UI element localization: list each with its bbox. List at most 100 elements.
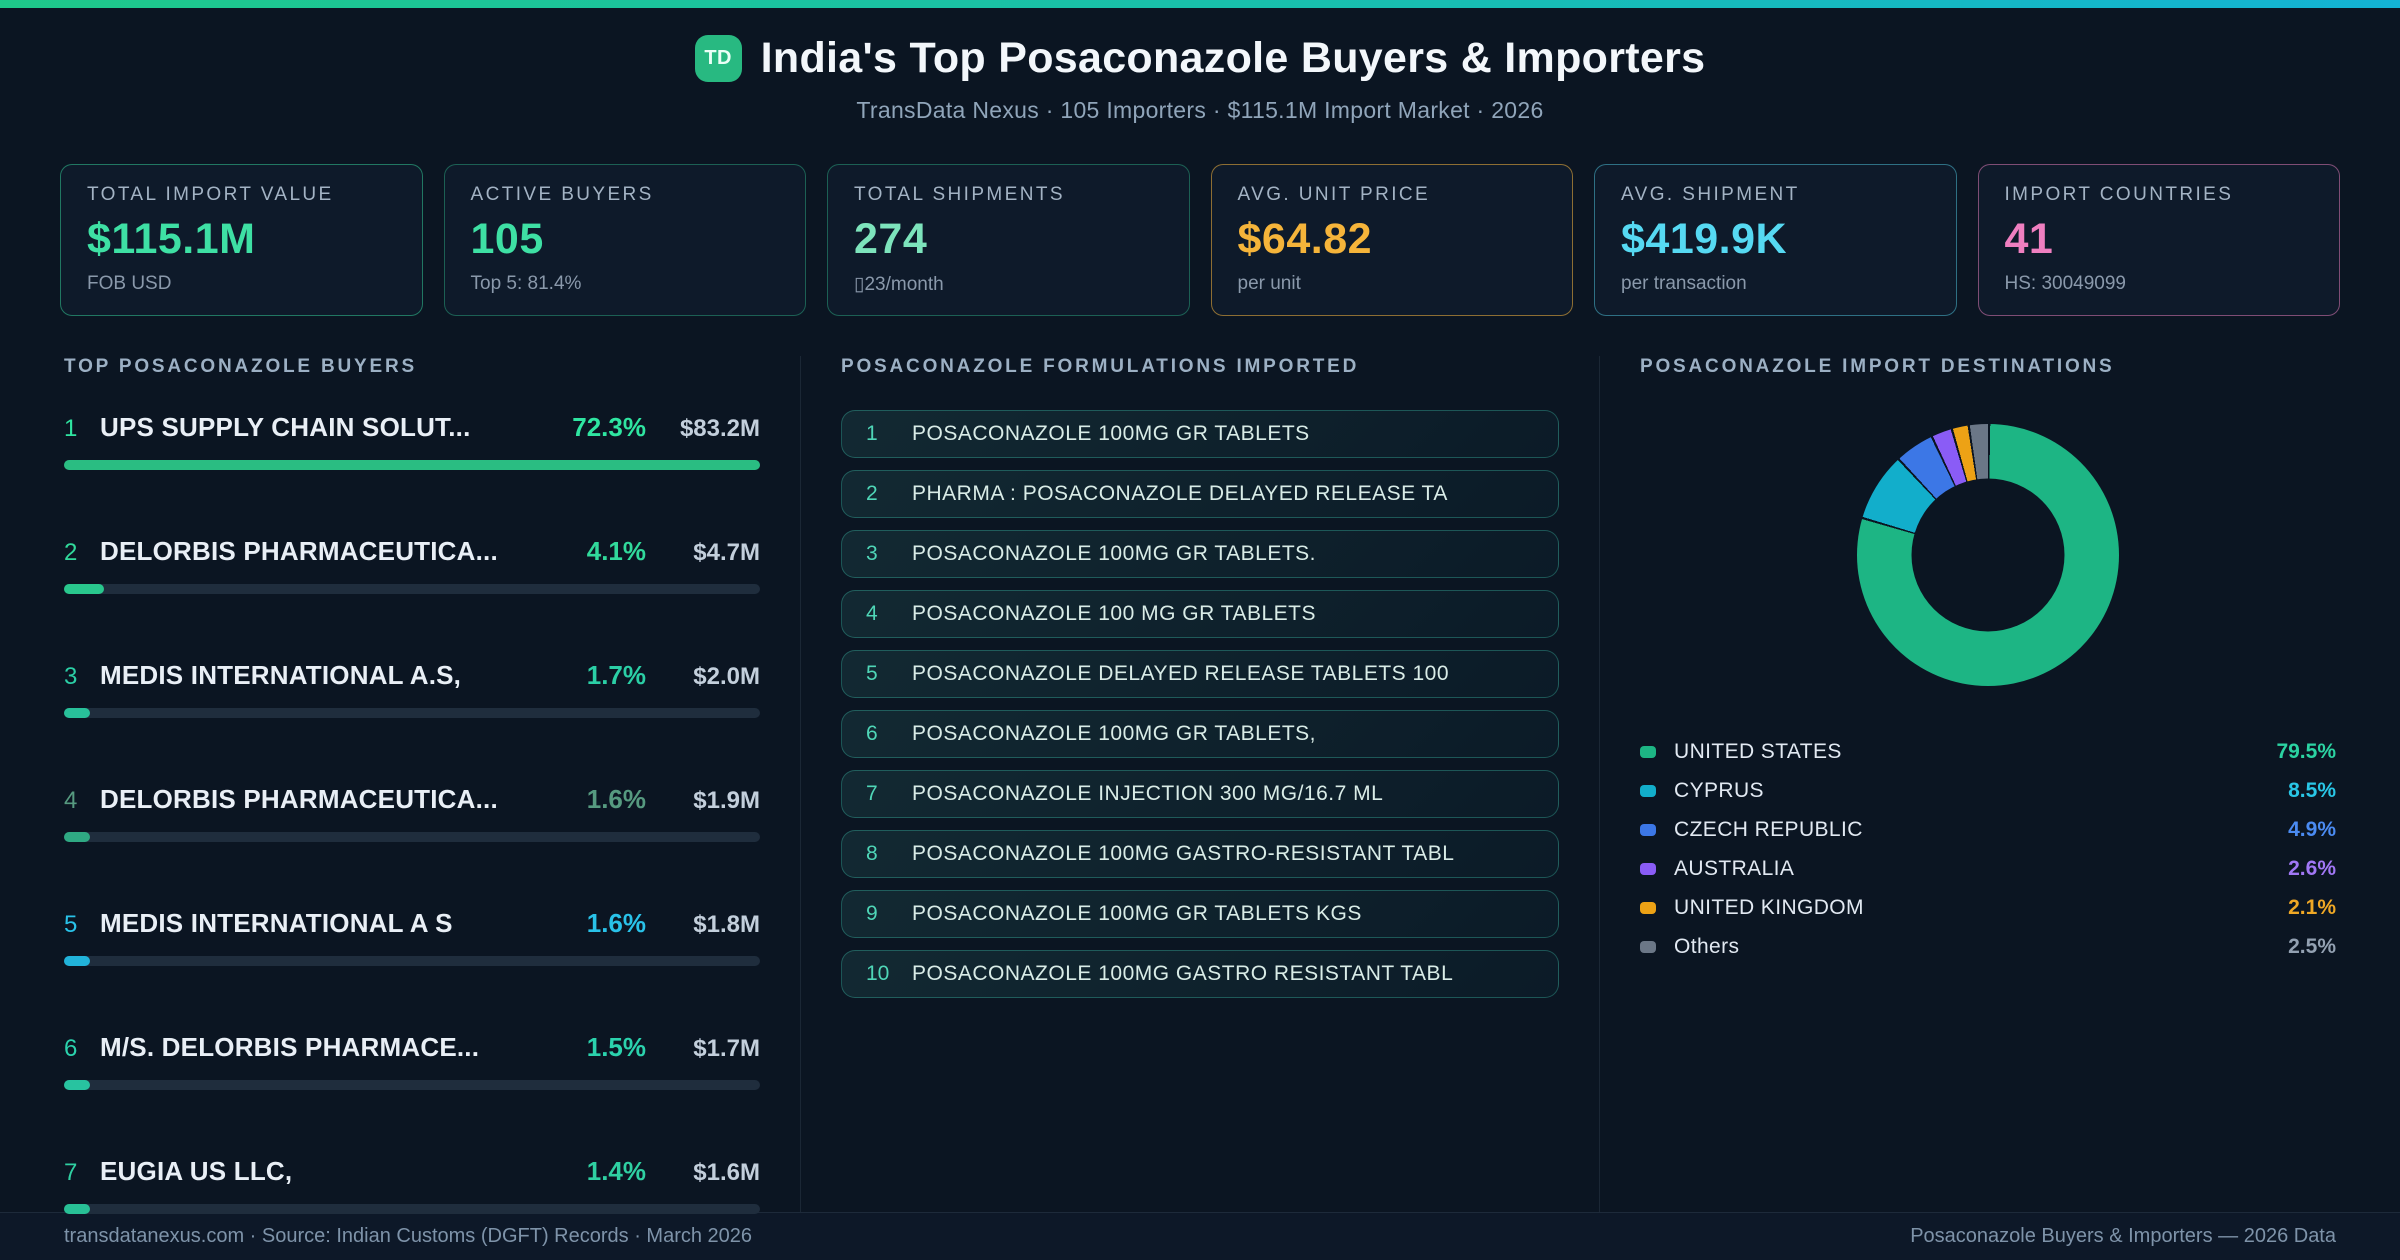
buyer-share-bar-track [64, 1204, 760, 1214]
legend-label: CYPRUS [1674, 778, 1764, 802]
formulation-name: POSACONAZOLE 100MG GR TABLETS KGS [912, 902, 1362, 925]
legend-swatch [1640, 745, 1656, 758]
buyer-share-bar-track [64, 832, 760, 842]
formulation-rank: 7 [866, 782, 878, 805]
formulations-heading: POSACONAZOLE FORMULATIONS IMPORTED [841, 356, 1360, 377]
formulation-name: POSACONAZOLE 100MG GR TABLETS, [912, 722, 1317, 745]
buyer-share-bar-track [64, 956, 760, 966]
legend-row: CYPRUS 8.5% [1640, 777, 2336, 804]
formulations-column: POSACONAZOLE FORMULATIONS IMPORTED 1 POSA… [841, 356, 1559, 1212]
legend-pct: 8.5% [2288, 778, 2336, 802]
buyer-row-line: 3 MEDIS INTERNATIONAL A.S, 1.7% $2.0M [64, 660, 760, 691]
buyer-rank: 5 [64, 911, 78, 938]
legend-row: Others 2.5% [1640, 933, 2336, 960]
stats-row: TOTAL IMPORT VALUE $115.1M FOB USD ACTIVE B… [60, 164, 2340, 316]
legend-swatch [1640, 940, 1656, 953]
buyer-share-pct: 1.7% [586, 660, 646, 690]
buyer-share-bar-fill [64, 584, 104, 594]
stat-card-sub: per unit [1237, 273, 1301, 294]
formulation-item[interactable]: 7 POSACONAZOLE INJECTION 300 MG/16.7 ML [841, 770, 1559, 818]
legend-pct: 2.5% [2288, 934, 2336, 958]
formulation-item[interactable]: 10 POSACONAZOLE 100MG GASTRO RESISTANT TA… [841, 950, 1559, 998]
legend-swatch [1640, 784, 1656, 797]
stat-card: AVG. UNIT PRICE $64.82 per unit [1210, 164, 1573, 316]
buyer-row: 7 EUGIA US LLC, 1.4% $1.6M [64, 1156, 760, 1214]
legend-pct: 2.1% [2288, 895, 2336, 919]
page-header: TD India's Top Posaconazole Buyers & Imp… [0, 8, 2400, 124]
donut-hole [1911, 478, 2065, 632]
buyer-row-line: 2 DELORBIS PHARMACEUTICA... 4.1% $4.7M [64, 536, 760, 567]
buyer-row-line: 1 UPS SUPPLY CHAIN SOLUT... 72.3% $83.2M [64, 412, 760, 443]
buyer-value: $4.7M [693, 539, 760, 566]
legend-label: UNITED STATES [1674, 739, 1842, 763]
stat-card: IMPORT COUNTRIES 41 HS: 30049099 [1977, 164, 2340, 316]
buyer-row-line: 4 DELORBIS PHARMACEUTICA... 1.6% $1.9M [64, 784, 760, 815]
formulation-item[interactable]: 1 POSACONAZOLE 100MG GR TABLETS [841, 410, 1559, 458]
buyer-rank: 6 [64, 1035, 78, 1062]
buyer-share-pct: 1.6% [586, 908, 646, 938]
formulation-item[interactable]: 4 POSACONAZOLE 100 MG GR TABLETS [841, 590, 1559, 638]
footer-source-text: transdatanexus.com · Source: Indian Cust… [64, 1225, 753, 1247]
buyer-rank: 2 [64, 539, 78, 566]
formulation-rank: 2 [866, 482, 878, 505]
buyer-value: $1.8M [693, 911, 760, 938]
buyer-share-bar-fill [64, 956, 90, 966]
stat-card-sub: ▯23/month [854, 274, 944, 295]
legend-pct: 2.6% [2288, 856, 2336, 880]
buyer-rank: 3 [64, 663, 78, 690]
formulation-rank: 3 [866, 542, 878, 565]
formulation-item[interactable]: 2 PHARMA : POSACONAZOLE DELAYED RELEASE T… [841, 470, 1559, 518]
legend-swatch [1640, 823, 1656, 836]
buyers-heading: TOP POSACONAZOLE BUYERS [64, 356, 417, 377]
dashboard-page: TD India's Top Posaconazole Buyers & Imp… [0, 0, 2400, 1260]
legend-row: UNITED KINGDOM 2.1% [1640, 894, 2336, 921]
formulation-rank: 6 [866, 722, 878, 745]
buyer-share-pct: 1.4% [586, 1156, 646, 1186]
buyer-row-line: 6 M/S. DELORBIS PHARMACE... 1.5% $1.7M [64, 1032, 760, 1063]
destinations-heading: POSACONAZOLE IMPORT DESTINATIONS [1640, 356, 2115, 377]
buyer-name: EUGIA US LLC, [100, 1156, 293, 1186]
formulation-item[interactable]: 6 POSACONAZOLE 100MG GR TABLETS, [841, 710, 1559, 758]
buyer-rank: 4 [64, 787, 78, 814]
formulation-name: POSACONAZOLE INJECTION 300 MG/16.7 ML [912, 782, 1384, 805]
content: TOP POSACONAZOLE BUYERS 1 UPS SUPPLY CHAI… [0, 316, 2400, 1214]
formulation-rank: 10 [866, 962, 890, 985]
buyer-share-bar-track [64, 708, 760, 718]
formulation-item[interactable]: 3 POSACONAZOLE 100MG GR TABLETS. [841, 530, 1559, 578]
stat-card-value: $419.9K [1621, 215, 1788, 263]
stat-card-value: 41 [2004, 215, 2054, 263]
buyer-rank: 1 [64, 415, 78, 442]
buyer-name: MEDIS INTERNATIONAL A.S, [100, 660, 462, 690]
formulation-name: POSACONAZOLE DELAYED RELEASE TABLETS 100 [912, 662, 1450, 685]
formulations-list: 1 POSACONAZOLE 100MG GR TABLETS 2 PHARMA : … [841, 410, 1559, 998]
stat-card-label: TOTAL IMPORT VALUE [87, 184, 334, 205]
legend-swatch [1640, 901, 1656, 914]
stat-card-value: $115.1M [87, 215, 256, 263]
formulation-item[interactable]: 5 POSACONAZOLE DELAYED RELEASE TABLETS 10… [841, 650, 1559, 698]
column-divider [1599, 356, 1600, 1212]
buyers-column: TOP POSACONAZOLE BUYERS 1 UPS SUPPLY CHAI… [64, 356, 760, 1214]
page-subtitle: TransData Nexus · 105 Importers · $115.1… [856, 97, 1544, 123]
formulation-item[interactable]: 8 POSACONAZOLE 100MG GASTRO-RESISTANT TAB… [841, 830, 1559, 878]
buyer-share-bar-fill [64, 832, 90, 842]
buyer-share-pct: 72.3% [572, 412, 646, 442]
buyer-row: 6 M/S. DELORBIS PHARMACE... 1.5% $1.7M [64, 1032, 760, 1090]
stat-card-sub: per transaction [1621, 273, 1747, 294]
formulation-rank: 1 [866, 422, 878, 445]
buyer-name: M/S. DELORBIS PHARMACE... [100, 1032, 480, 1062]
stat-card-value: 274 [854, 215, 928, 263]
destinations-donut-wrap [1857, 424, 2119, 686]
legend-row: AUSTRALIA 2.6% [1640, 855, 2336, 882]
buyer-row: 4 DELORBIS PHARMACEUTICA... 1.6% $1.9M [64, 784, 760, 842]
formulation-name: POSACONAZOLE 100 MG GR TABLETS [912, 602, 1317, 625]
buyer-name: MEDIS INTERNATIONAL A S [100, 908, 453, 938]
legend-row: CZECH REPUBLIC 4.9% [1640, 816, 2336, 843]
formulation-rank: 9 [866, 902, 878, 925]
column-divider [800, 356, 801, 1212]
buyer-row: 5 MEDIS INTERNATIONAL A S 1.6% $1.8M [64, 908, 760, 966]
title-row: TD India's Top Posaconazole Buyers & Imp… [694, 34, 1706, 83]
formulation-name: POSACONAZOLE 100MG GR TABLETS [912, 422, 1310, 445]
top-accent-bar [0, 0, 2400, 8]
formulation-item[interactable]: 9 POSACONAZOLE 100MG GR TABLETS KGS [841, 890, 1559, 938]
stat-card: TOTAL IMPORT VALUE $115.1M FOB USD [60, 164, 423, 316]
